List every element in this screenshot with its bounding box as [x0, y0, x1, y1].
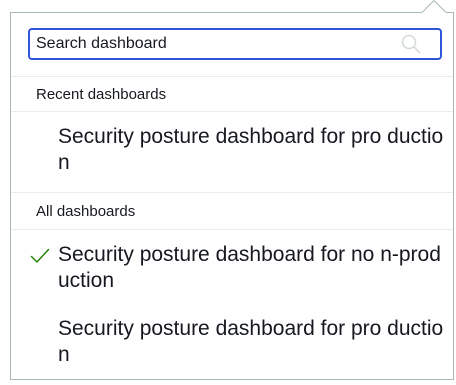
option-label: Security posture dashboard for no n-prod… [58, 243, 441, 292]
option-recent-security-posture-production[interactable]: Security posture dashboard for pro ducti… [11, 118, 453, 188]
group-header-label: Recent dashboards [36, 85, 167, 103]
check-icon [30, 248, 50, 263]
popover-caret-icon [422, 0, 446, 13]
popover-top-border [10, 12, 422, 13]
group-header-all-dashboards: All dashboards [11, 192, 453, 230]
option-security-posture-non-production[interactable]: Security posture dashboard for no n-prod… [11, 234, 453, 304]
option-label: Security posture dashboard for pro ducti… [58, 125, 444, 174]
option-security-posture-production[interactable]: Security posture dashboard for pro ducti… [11, 310, 453, 380]
group-header-recent-dashboards: Recent dashboards [11, 76, 453, 112]
option-label: Security posture dashboard for pro ducti… [58, 317, 444, 366]
search-field[interactable] [28, 28, 442, 60]
popover-top-border-right [446, 12, 454, 13]
search-icon[interactable] [400, 33, 422, 55]
group-header-label: All dashboards [36, 202, 136, 220]
search-input[interactable] [30, 30, 400, 58]
